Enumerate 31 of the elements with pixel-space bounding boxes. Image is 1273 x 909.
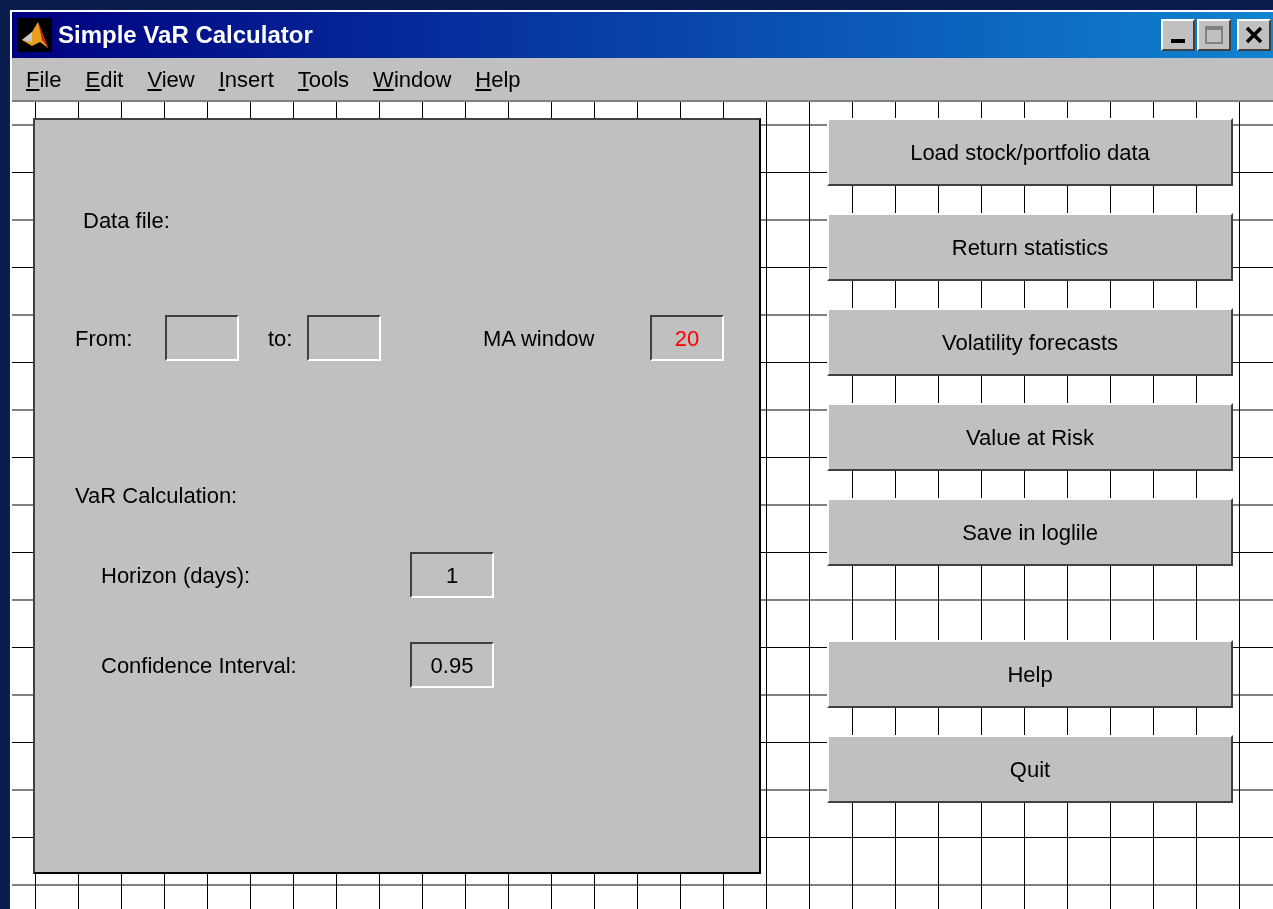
menu-item[interactable]: File: [26, 62, 62, 96]
action-button[interactable]: Save in loglile: [827, 498, 1233, 566]
action-button[interactable]: Load stock/portfolio data: [827, 118, 1233, 186]
to-field[interactable]: [307, 315, 381, 361]
action-button[interactable]: Volatility forecasts: [827, 308, 1233, 376]
action-button[interactable]: Return statistics: [827, 213, 1233, 281]
app-logo-icon: [18, 18, 52, 52]
menu-item[interactable]: View: [147, 62, 195, 96]
from-field[interactable]: [165, 315, 239, 361]
from-label: From:: [75, 324, 134, 353]
horizon-field[interactable]: 1: [410, 552, 494, 598]
action-button[interactable]: Value at Risk: [827, 403, 1233, 471]
close-button[interactable]: [1237, 19, 1271, 51]
action-button[interactable]: Quit: [827, 735, 1233, 803]
data-file-label: Data file:: [83, 207, 171, 235]
menu-item[interactable]: Window: [373, 62, 452, 96]
ma-window-label: MA window: [483, 324, 596, 353]
maximize-button[interactable]: [1197, 19, 1231, 51]
section-label: VaR Calculation:: [75, 482, 239, 510]
horizon-label: Horizon (days):: [101, 561, 252, 590]
minimize-button[interactable]: [1161, 19, 1195, 51]
close-icon: [1245, 26, 1263, 44]
window-title: Simple VaR Calculator: [58, 20, 313, 50]
menu-item[interactable]: Edit: [85, 62, 124, 96]
confidence-field[interactable]: 0.95: [410, 642, 494, 688]
menu-item[interactable]: Tools: [297, 62, 350, 96]
confidence-label: Confidence Interval:: [101, 651, 298, 680]
to-label: to:: [268, 324, 294, 353]
menu-item[interactable]: Insert: [218, 62, 274, 96]
action-button[interactable]: Help: [827, 640, 1233, 708]
menu-item[interactable]: Help: [475, 62, 521, 96]
